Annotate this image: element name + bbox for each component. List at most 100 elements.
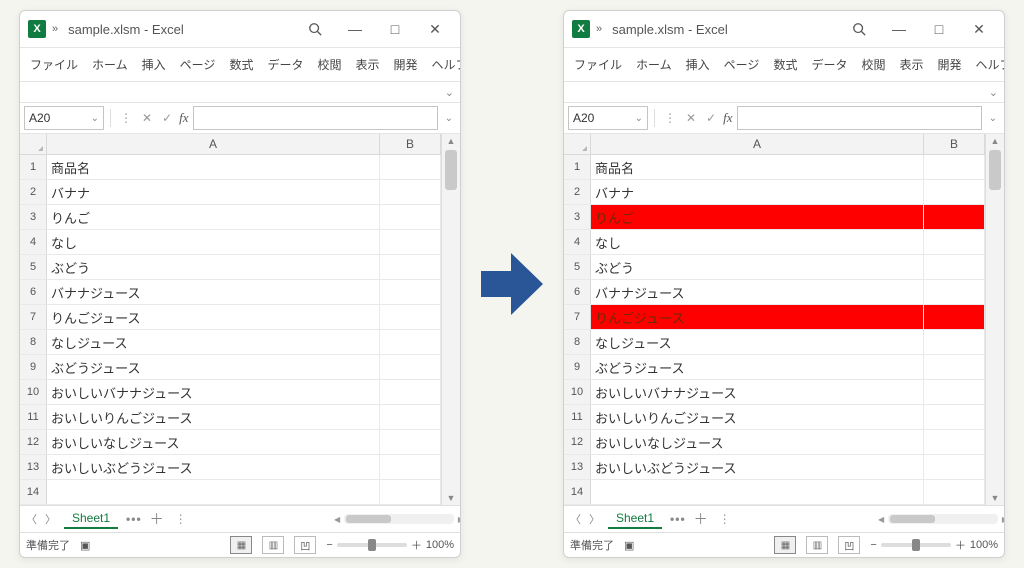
cell[interactable] [924,280,985,304]
row-header[interactable]: 12 [20,430,47,454]
new-sheet-button[interactable]: ＋ [150,509,164,529]
horizontal-scrollbar[interactable] [344,514,454,524]
fx-label[interactable]: fx [179,110,188,126]
chevron-down-icon[interactable]: ⌄ [989,86,998,99]
row-header[interactable]: 12 [564,430,591,454]
sheet-nav-next-icon[interactable]: 〉 [589,511,600,527]
cell[interactable] [924,155,985,179]
cancel-icon[interactable]: ✕ [683,111,699,125]
zoom-out-button[interactable]: − [870,539,876,551]
sheet-nav-next-icon[interactable]: 〉 [45,511,56,527]
row-header[interactable]: 6 [20,280,47,304]
sheet-tab[interactable]: Sheet1 [608,509,662,529]
select-all-corner[interactable] [564,134,591,154]
tab-review[interactable]: 校閲 [311,52,347,77]
select-all-corner[interactable] [20,134,47,154]
cell[interactable]: バナナ [47,180,380,204]
cell[interactable] [924,405,985,429]
cell[interactable] [924,355,985,379]
row-header[interactable]: 4 [20,230,47,254]
name-box-dropdown-icon[interactable]: ⌄ [635,113,643,124]
cell[interactable]: 商品名 [591,155,924,179]
row-header[interactable]: 4 [564,230,591,254]
cell[interactable] [924,480,985,504]
record-macro-icon[interactable]: ▣ [80,539,90,552]
cell[interactable]: おいしいりんごジュース [47,405,380,429]
close-button[interactable]: ✕ [962,17,996,41]
formula-expand-icon[interactable]: ⌄ [442,113,456,124]
row-header[interactable]: 3 [20,205,47,229]
view-page-break-button[interactable]: 凹 [838,536,860,554]
row-header[interactable]: 2 [564,180,591,204]
cell[interactable] [591,480,924,504]
row-header[interactable]: 10 [20,380,47,404]
tab-review[interactable]: 校閲 [855,52,891,77]
view-page-layout-button[interactable]: ▥ [262,536,284,554]
view-page-break-button[interactable]: 凹 [294,536,316,554]
zoom-in-button[interactable]: ＋ [955,537,966,553]
cell[interactable] [380,180,441,204]
row-header[interactable]: 14 [564,480,591,504]
view-page-layout-button[interactable]: ▥ [806,536,828,554]
tab-formulas[interactable]: 数式 [223,52,259,77]
worksheet-grid[interactable]: AB1商品名2バナナ3りんご4なし5ぶどう6バナナジュース7りんごジュース8なし… [20,134,441,505]
more-icon[interactable]: ⋮ [117,111,135,125]
row-header[interactable]: 1 [564,155,591,179]
sheet-more-icon[interactable]: ••• [126,512,142,526]
more-icon[interactable]: ⋮ [661,111,679,125]
cell[interactable] [380,430,441,454]
cell[interactable] [380,330,441,354]
scroll-thumb[interactable] [989,150,1001,190]
row-header[interactable]: 11 [20,405,47,429]
cell[interactable] [380,380,441,404]
vertical-scrollbar[interactable] [985,134,1004,505]
zoom-control[interactable]: − ＋ 100% [326,537,454,553]
cell[interactable] [380,230,441,254]
enter-icon[interactable]: ✓ [159,111,175,125]
view-normal-button[interactable]: ▦ [230,536,252,554]
cell[interactable]: おいしいぶどうジュース [591,455,924,479]
row-header[interactable]: 5 [564,255,591,279]
cell[interactable]: ぶどうジュース [47,355,380,379]
minimize-button[interactable]: — [338,17,372,41]
sheet-more-icon[interactable]: ••• [670,512,686,526]
row-header[interactable]: 11 [564,405,591,429]
tab-page[interactable]: ページ [174,52,222,77]
sheet-tab[interactable]: Sheet1 [64,509,118,529]
cell[interactable]: おいしいなしジュース [591,430,924,454]
tab-home[interactable]: ホーム [630,52,678,77]
cell[interactable]: りんご [591,205,924,229]
tab-view[interactable]: 表示 [893,52,929,77]
maximize-button[interactable]: □ [378,17,412,41]
row-header[interactable]: 13 [20,455,47,479]
new-sheet-button[interactable]: ＋ [694,509,708,529]
fx-label[interactable]: fx [723,110,732,126]
tab-help[interactable]: ヘルプ [426,52,461,77]
cell[interactable] [924,205,985,229]
tab-file[interactable]: ファイル [24,52,84,77]
row-header[interactable]: 8 [20,330,47,354]
view-normal-button[interactable]: ▦ [774,536,796,554]
scroll-thumb[interactable] [445,150,457,190]
cell[interactable]: なし [47,230,380,254]
zoom-percent[interactable]: 100% [426,539,454,551]
row-header[interactable]: 10 [564,380,591,404]
tab-insert[interactable]: 挿入 [136,52,172,77]
row-header[interactable]: 9 [20,355,47,379]
row-header[interactable]: 2 [20,180,47,204]
sheet-options-icon[interactable]: ⋮ [172,512,190,526]
cell[interactable] [380,405,441,429]
cell[interactable] [380,305,441,329]
cell[interactable]: おいしいぶどうジュース [47,455,380,479]
cell[interactable] [924,455,985,479]
column-header-B[interactable]: B [380,134,441,154]
row-header[interactable]: 6 [564,280,591,304]
tab-developer[interactable]: 開発 [932,52,968,77]
tab-data[interactable]: データ [805,52,853,77]
cell[interactable] [380,255,441,279]
name-box[interactable]: A20 ⌄ [568,106,648,130]
scroll-thumb[interactable] [346,515,391,523]
tab-formulas[interactable]: 数式 [767,52,803,77]
cell[interactable]: バナナジュース [591,280,924,304]
column-header-A[interactable]: A [47,134,380,154]
